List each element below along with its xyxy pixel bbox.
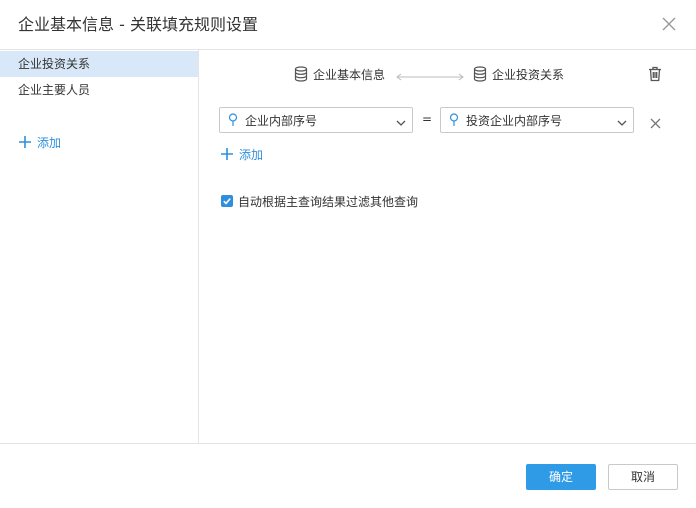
add-mapping-button[interactable]: 添加 <box>220 144 263 164</box>
close-icon[interactable] <box>660 15 678 33</box>
database-icon <box>294 66 308 82</box>
plus-icon <box>220 147 234 161</box>
plus-icon <box>18 135 32 149</box>
right-field-select[interactable]: 投资企业内部序号 <box>440 107 634 133</box>
dialog-title: 企业基本信息 - 关联填充规则设置 <box>18 15 258 34</box>
sidebar-item-key-personnel[interactable]: 企业主要人员 <box>0 77 198 103</box>
left-field-select[interactable]: 企业内部序号 <box>219 107 413 133</box>
sidebar-add-button[interactable]: 添加 <box>18 132 61 152</box>
left-field-value: 企业内部序号 <box>245 113 318 128</box>
dialog-header: 企业基本信息 - 关联填充规则设置 <box>0 0 696 50</box>
cancel-button[interactable]: 取消 <box>608 464 678 490</box>
confirm-button[interactable]: 确定 <box>526 464 596 490</box>
equals-operator: = <box>422 112 433 126</box>
sidebar-add-label: 添加 <box>37 135 62 150</box>
auto-filter-checkbox[interactable] <box>221 195 233 207</box>
auto-filter-label: 自动根据主查询结果过滤其他查询 <box>238 194 419 209</box>
auto-filter-option: 自动根据主查询结果过滤其他查询 <box>221 193 418 209</box>
database-icon <box>473 66 487 82</box>
rule-settings-dialog: 企业基本信息 - 关联填充规则设置 企业投资关系 企业主要人员 添加 企业基本信… <box>0 0 696 508</box>
dialog-footer: 确定 取消 <box>0 443 696 508</box>
field-pin-icon <box>449 113 459 127</box>
add-mapping-label: 添加 <box>239 147 264 162</box>
right-field-value: 投资企业内部序号 <box>466 113 563 128</box>
relation-header: 企业基本信息 企业投资关系 <box>294 64 564 84</box>
chevron-down-icon <box>617 116 627 126</box>
trash-icon[interactable] <box>648 66 662 82</box>
relation-editor: 企业基本信息 企业投资关系 企业内部序号 = 投资企业内部序号 添加 自动根据主… <box>200 50 696 443</box>
field-pin-icon <box>228 113 238 127</box>
chevron-down-icon <box>396 116 406 126</box>
target-table-name: 企业投资关系 <box>492 67 565 82</box>
source-table-name: 企业基本信息 <box>313 67 386 82</box>
remove-mapping-icon[interactable] <box>650 114 661 129</box>
sidebar-item-investment-relation[interactable]: 企业投资关系 <box>0 51 198 77</box>
double-arrow-icon <box>396 70 464 81</box>
sidebar: 企业投资关系 企业主要人员 添加 <box>0 50 199 443</box>
